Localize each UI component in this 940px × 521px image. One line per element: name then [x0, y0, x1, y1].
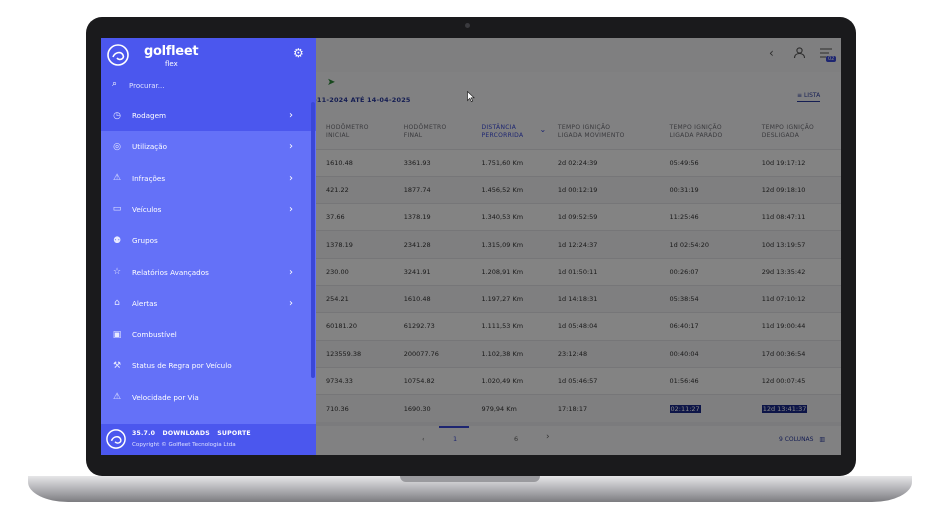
sidebar-item-utilizacao[interactable]: ◎ Utilização ›	[101, 131, 311, 162]
globe-icon: ◎	[113, 141, 121, 152]
sidebar-item-label: Alertas	[132, 298, 158, 308]
support-link[interactable]: SUPORTE	[217, 430, 251, 437]
sidebar-item-status-de-regra-por-veiculo[interactable]: ⚒ Status de Regra por Veículo	[101, 350, 311, 381]
copyright: Copyright © Golfleet Tecnologia Ltda	[132, 442, 236, 448]
warning-icon: ⚠	[112, 173, 122, 184]
sidebar-item-alertas[interactable]: ⌂ Alertas ›	[101, 288, 311, 319]
group-icon: ⚉	[112, 235, 122, 246]
search-icon: ⌕	[112, 79, 118, 89]
sidebar-footer: 35.7.0 DOWNLOADS SUPORTE Copyright © Gol…	[101, 424, 316, 455]
camera	[465, 23, 470, 28]
mouse-cursor-icon	[467, 90, 475, 105]
sidebar-item-label: Velocidade por Via	[132, 392, 199, 402]
sidebar-item-label: Combustível	[132, 330, 177, 340]
road-warning-icon: ⚠	[112, 392, 122, 403]
laptop-notch	[400, 476, 540, 482]
chevron-right-icon: ›	[289, 110, 293, 121]
sidebar-item-label: Utilização	[132, 142, 168, 152]
bell-icon: ⌂	[114, 298, 120, 309]
sidebar-item-label: Veículos	[132, 204, 162, 214]
sidebar-item-label: Rodagem	[132, 111, 167, 120]
fuel-icon: ▣	[112, 329, 122, 340]
sidebar-item-relatorios-avancados[interactable]: ☆ Relatórios Avançados ›	[101, 257, 311, 288]
sidebar-header: golfleet flex ⚙	[101, 38, 316, 73]
downloads-link[interactable]: DOWNLOADS	[162, 430, 209, 437]
chevron-right-icon: ›	[289, 297, 293, 309]
chevron-right-icon: ›	[289, 172, 293, 184]
laptop-mockup: ‹ 02 ➤ -11-2024 ATÉ 14-04-2025 ≡ LISTA H…	[0, 0, 940, 521]
app-screen: ‹ 02 ➤ -11-2024 ATÉ 14-04-2025 ≡ LISTA H…	[101, 38, 841, 455]
gear-icon[interactable]: ⚙	[293, 46, 304, 60]
sidebar-item-label: Relatórios Avançados	[132, 267, 209, 277]
star-icon: ☆	[112, 267, 122, 277]
sidebar-item-rodagem[interactable]: ◷ Rodagem ›	[101, 100, 316, 131]
sidebar-item-velocidade-por-via[interactable]: ⚠ Velocidade por Via	[101, 382, 311, 413]
sidebar-search: ⌕	[101, 73, 316, 100]
sidebar-item-grupos[interactable]: ⚉ Grupos	[101, 225, 311, 256]
chevron-right-icon: ›	[289, 203, 293, 215]
sidebar-item-veiculos[interactable]: ▭ Veículos ›	[101, 194, 311, 225]
footer-links: 35.7.0 DOWNLOADS SUPORTE	[132, 430, 256, 437]
sidebar-item-label: Infrações	[132, 173, 166, 183]
golfleet-footer-logo	[106, 429, 126, 449]
chevron-right-icon: ›	[289, 266, 293, 278]
chevron-right-icon: ›	[289, 141, 293, 153]
brand-name: golfleet	[144, 44, 199, 59]
sidebar-item-label: Status de Regra por Veículo	[132, 361, 232, 371]
sidebar-scrollbar[interactable]	[311, 102, 315, 378]
brand-sub: flex	[165, 60, 178, 68]
sidebar-item-label: Grupos	[132, 236, 158, 246]
speedometer-icon: ◷	[113, 110, 121, 121]
search-input[interactable]	[129, 79, 299, 93]
side-navigation: golfleet flex ⚙ ⌕ ◷Rodagem›◎Utilização›⚠…	[101, 38, 316, 455]
sidebar-item-infracoes[interactable]: ⚠ Infrações ›	[101, 163, 311, 194]
app-version: 35.7.0	[132, 430, 156, 437]
car-icon: ▭	[112, 204, 122, 215]
golfleet-logo	[107, 44, 129, 66]
sidebar-item-combustivel[interactable]: ▣ Combustível	[101, 319, 311, 350]
gavel-icon: ⚒	[112, 360, 122, 371]
